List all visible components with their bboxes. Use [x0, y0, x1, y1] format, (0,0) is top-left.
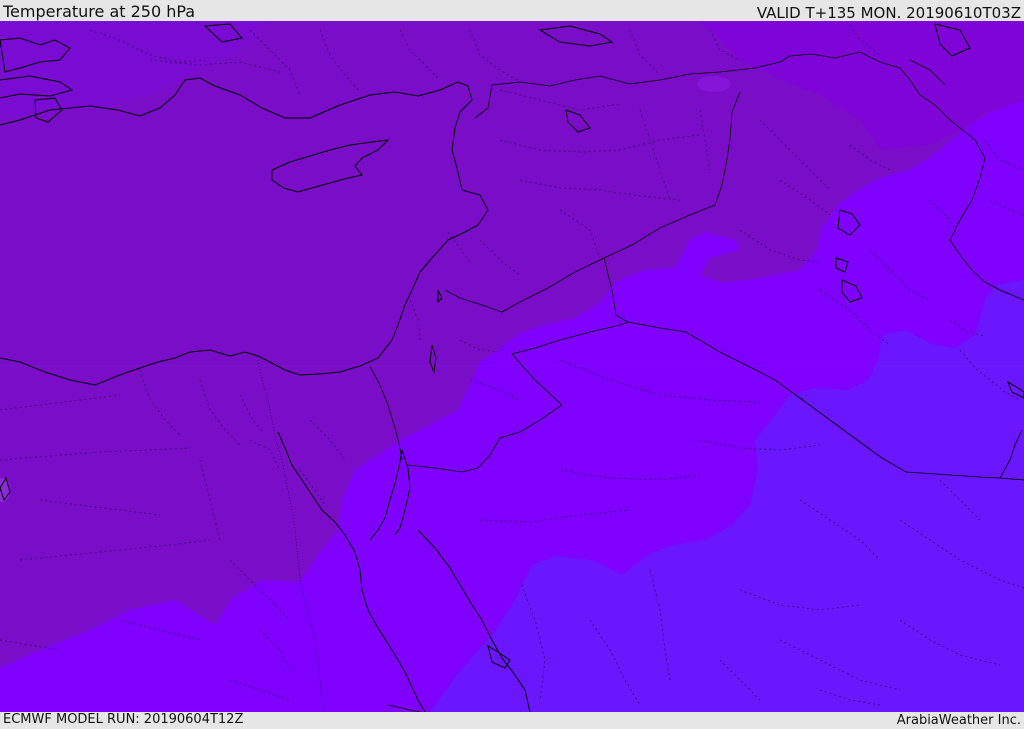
header-bar: Temperature at 250 hPa VALID T+135 MON. …	[0, 0, 1024, 22]
model-run-label: ECMWF MODEL RUN: 20190604T12Z	[3, 712, 244, 727]
credit-label: ArabiaWeather Inc.	[896, 713, 1021, 728]
map-canvas	[0, 21, 1024, 712]
map-title: Temperature at 250 hPa	[3, 2, 196, 21]
footer-bar: ECMWF MODEL RUN: 20190604T12Z ArabiaWeat…	[0, 712, 1024, 729]
temperature-map[interactable]	[0, 21, 1024, 712]
weather-map-view: Temperature at 250 hPa VALID T+135 MON. …	[0, 0, 1024, 729]
valid-time: VALID T+135 MON. 20190610T03Z	[756, 4, 1021, 22]
temp-blob-north	[697, 76, 731, 92]
